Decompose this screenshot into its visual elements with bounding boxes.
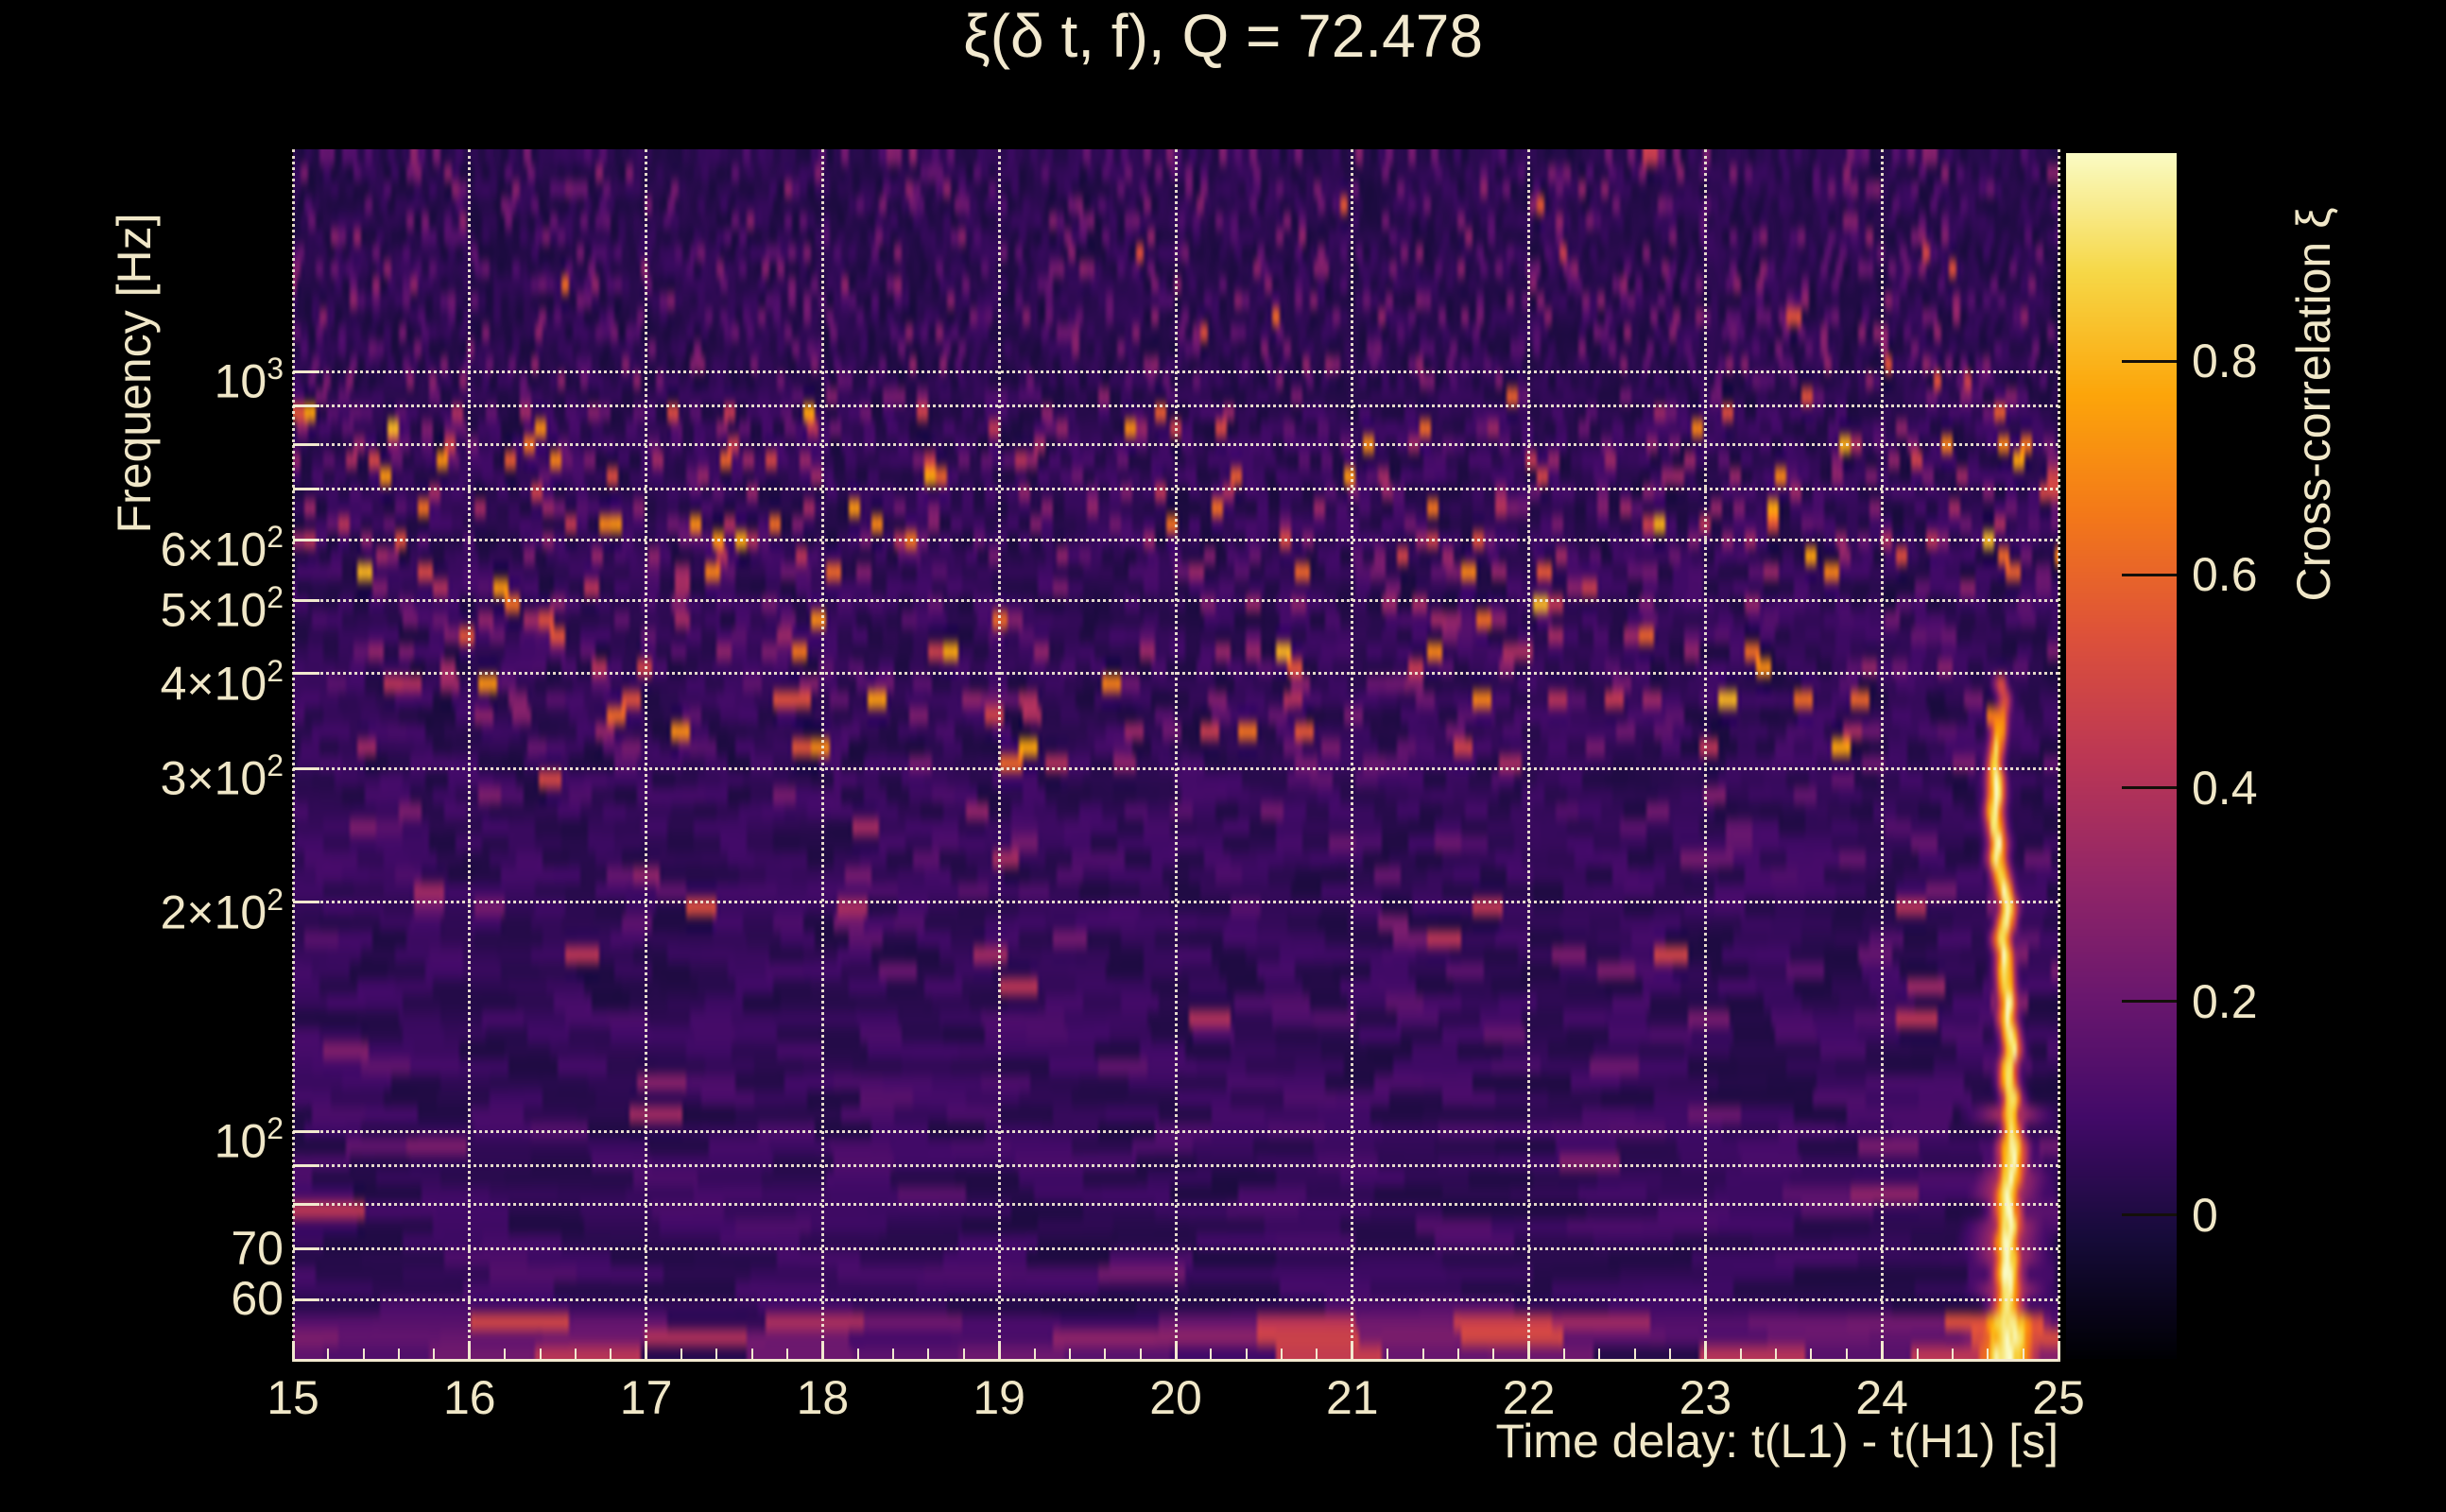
x-tick-label: 19	[973, 1371, 1025, 1424]
colorbar-tick-label: 0.2	[2192, 974, 2258, 1028]
x-tick-label: 17	[619, 1371, 673, 1424]
y-tick-label: 60	[231, 1272, 284, 1326]
colorbar-tick-label: 0.8	[2192, 335, 2258, 388]
colorbar-tick-label: 0.4	[2192, 761, 2258, 815]
colorbar-tick-label: 0	[2192, 1188, 2218, 1242]
x-tick-label: 15	[267, 1371, 319, 1424]
y-tick-label: 70	[231, 1221, 284, 1275]
y-axis-title: Frequency [Hz]	[108, 213, 161, 534]
x-tick-label: 16	[442, 1371, 496, 1424]
x-tick-label: 21	[1325, 1371, 1379, 1424]
y-tick-label: 4×102	[160, 653, 284, 711]
colorbar-tick-label: 0.6	[2192, 548, 2258, 602]
y-tick-label: 2×102	[160, 882, 284, 939]
colorbar-title: Cross-correlation ξ	[2287, 207, 2340, 602]
y-tick-label: 3×102	[160, 748, 284, 806]
x-tick-label: 18	[796, 1371, 850, 1424]
x-axis-title: Time delay: t(L1) - t(H1) [s]	[1495, 1415, 2058, 1468]
plot-title: ξ(δ t, f), Q = 72.478	[963, 2, 1483, 70]
y-tick-label: 102	[214, 1111, 284, 1168]
spectrogram-heatmap	[293, 149, 2058, 1362]
x-tick-label: 20	[1149, 1371, 1202, 1424]
colorbar	[2066, 153, 2177, 1359]
figure-canvas: ξ(δ t, f), Q = 72.478 103 6×102 5×102 4×102…	[0, 0, 2446, 1512]
